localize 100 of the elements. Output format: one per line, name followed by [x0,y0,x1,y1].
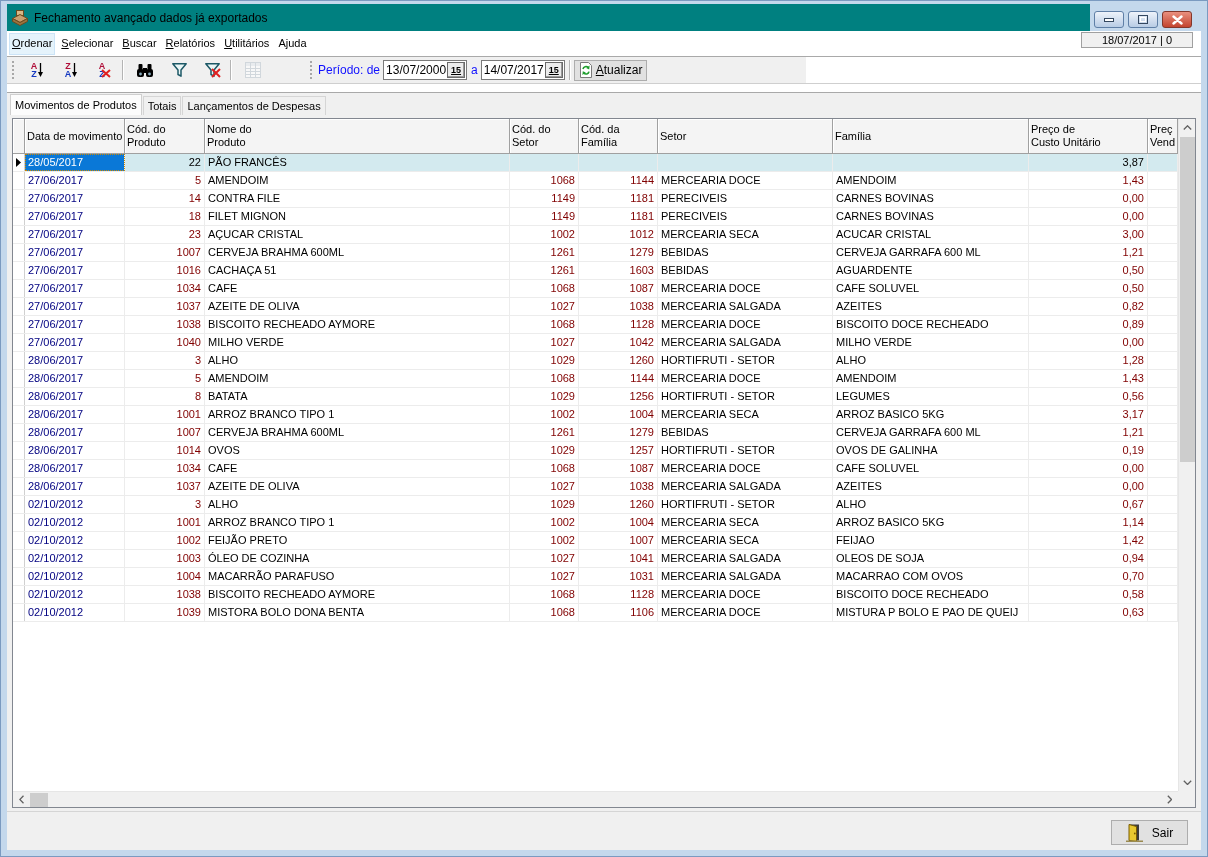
chevron-left-icon[interactable] [18,795,25,804]
table-cell: CACHAÇA 51 [205,262,510,279]
chevron-up-icon[interactable] [1182,124,1192,131]
table-cell: 1261 [510,244,579,261]
column-header[interactable]: Cód. do Setor [510,119,579,154]
menu-item[interactable]: Buscar [119,33,160,55]
table-cell: 1027 [510,298,579,315]
table-row[interactable]: 02/10/2012 1039 MISTORA BOLO DONA BENTA 1068 1106 MERCEARIA DOCE MISTURA P BOLO E PAO DE QUEIJ 0,63 [13,604,1178,622]
table-cell: MERCEARIA SALGADA [658,298,833,315]
table-cell: 1068 [510,172,579,189]
scrollbar-thumb[interactable] [30,792,48,807]
table-row[interactable]: 28/06/2017 3 ALHO 1029 1260 HORTIFRUTI - SETOR ALHO 1,28 [13,352,1178,370]
date-picker-button[interactable]: 15 [544,62,563,78]
chevron-down-icon[interactable] [1182,779,1192,786]
table-row[interactable]: 27/06/2017 1034 CAFE 1068 1087 MERCEARIA DOCE CAFE SOLUVEL 0,50 [13,280,1178,298]
table-cell: MISTURA P BOLO E PAO DE QUEIJ [833,604,1029,621]
menu-item[interactable]: Utilitários [221,33,273,55]
table-cell: 1001 [125,514,205,531]
table-row[interactable]: 02/10/2012 3 ALHO 1029 1260 HORTIFRUTI - SETOR ALHO 0,67 [13,496,1178,514]
table-row[interactable]: 27/06/2017 1037 AZEITE DE OLIVA 1027 1038 MERCEARIA SALGADA AZEITES 0,82 [13,298,1178,316]
table-cell: 1,43 [1029,172,1148,189]
menu-item[interactable]: Ordenar [9,33,56,55]
table-row[interactable]: 28/06/2017 8 BATATA 1029 1256 HORTIFRUTI - SETOR LEGUMES 0,56 [13,388,1178,406]
table-cell: 3,87 [1029,154,1148,171]
minimize-button[interactable] [1094,11,1124,28]
date-picker-button[interactable]: 15 [447,62,466,78]
column-header[interactable]: Nome do Produto [205,119,510,154]
table-cell: 1087 [579,280,658,297]
column-header[interactable]: Data de movimento [25,119,125,154]
minimize-icon [1104,17,1114,22]
sort-ascending-button[interactable]: A Z [25,59,49,81]
tab[interactable]: Totais [142,96,182,115]
table-row[interactable]: 28/06/2017 1014 OVOS 1029 1257 HORTIFRUTI - SETOR OVOS DE GALINHA 0,19 [13,442,1178,460]
table-cell: ACUCAR CRISTAL [833,226,1029,243]
column-header[interactable]: Cód. do Produto [125,119,205,154]
table-cell: 1261 [510,262,579,279]
table-row[interactable]: 27/06/2017 1016 CACHAÇA 51 1261 1603 BEBIDAS AGUARDENTE 0,50 [13,262,1178,280]
table-row[interactable]: 28/06/2017 1001 ARROZ BRANCO TIPO 1 1002 1004 MERCEARIA SECA ARROZ BASICO 5KG 3,17 [13,406,1178,424]
table-row[interactable]: 02/10/2012 1002 FEIJÃO PRETO 1002 1007 MERCEARIA SECA FEIJAO 1,42 [13,532,1178,550]
table-cell: 28/06/2017 [25,388,125,405]
table-cell: 1038 [125,316,205,333]
table-cell: 22 [125,154,205,171]
menu-item[interactable]: Selecionar [58,33,117,55]
table-row[interactable]: 27/06/2017 5 AMENDOIM 1068 1144 MERCEARIA DOCE AMENDOIM 1,43 [13,172,1178,190]
table-row[interactable]: 28/05/2017 22 PÃO FRANCÊS 3,87 [13,154,1178,172]
table-row[interactable]: 27/06/2017 14 CONTRA FILE 1149 1181 PERECIVEIS CARNES BOVINAS 0,00 [13,190,1178,208]
table-cell: 1128 [579,316,658,333]
table-cell: 1002 [125,532,205,549]
table-cell: 0,70 [1029,568,1148,585]
table-row[interactable]: 28/06/2017 5 AMENDOIM 1068 1144 MERCEARIA DOCE AMENDOIM 1,43 [13,370,1178,388]
refresh-button[interactable]: Atualizar [573,59,648,81]
table-cell: 1087 [579,460,658,477]
table-row[interactable]: 28/06/2017 1007 CERVEJA BRAHMA 600ML 1261 1279 BEBIDAS CERVEJA GARRAFA 600 ML 1,21 [13,424,1178,442]
table-cell: 1181 [579,190,658,207]
table-row[interactable]: 27/06/2017 1040 MILHO VERDE 1027 1042 MERCEARIA SALGADA MILHO VERDE 0,00 [13,334,1178,352]
table-row[interactable]: 27/06/2017 18 FILET MIGNON 1149 1181 PERECIVEIS CARNES BOVINAS 0,00 [13,208,1178,226]
column-header[interactable]: Família [833,119,1029,154]
tab[interactable]: Lançamentos de Despesas [182,96,326,115]
table-cell: ALHO [205,496,510,513]
table-row[interactable]: 02/10/2012 1001 ARROZ BRANCO TIPO 1 1002 1004 MERCEARIA SECA ARROZ BASICO 5KG 1,14 [13,514,1178,532]
table-cell: 1038 [125,586,205,603]
grip-icon[interactable] [12,60,15,80]
column-header[interactable]: Preç Vend [1148,119,1178,154]
table-cell: 23 [125,226,205,243]
exit-button[interactable]: Sair [1111,820,1188,845]
table-row[interactable]: 02/10/2012 1004 MACARRÃO PARAFUSO 1027 1031 MERCEARIA SALGADA MACARRAO COM OVOS 0,70 [13,568,1178,586]
table-row[interactable]: 27/06/2017 1007 CERVEJA BRAHMA 600ML 1261 1279 BEBIDAS CERVEJA GARRAFA 600 ML 1,21 [13,244,1178,262]
close-button[interactable] [1162,11,1192,28]
table-cell: 3 [125,496,205,513]
table-cell: ALHO [833,352,1029,369]
table-cell: 1261 [510,424,579,441]
vertical-scrollbar[interactable] [1178,119,1195,791]
table-row[interactable]: 27/06/2017 1038 BISCOITO RECHEADO AYMORE 1068 1128 MERCEARIA DOCE BISCOITO DOCE RECHEADO 0,89 [13,316,1178,334]
table-cell: 1037 [125,298,205,315]
table-row[interactable]: 02/10/2012 1003 ÓLEO DE COZINHA 1027 1041 MERCEARIA SALGADA OLEOS DE SOJA 0,94 [13,550,1178,568]
table-cell: 0,67 [1029,496,1148,513]
table-cell: 1068 [510,280,579,297]
table-row[interactable]: 02/10/2012 1038 BISCOITO RECHEADO AYMORE 1068 1128 MERCEARIA DOCE BISCOITO DOCE RECHEADO 0,58 [13,586,1178,604]
table-row[interactable]: 27/06/2017 23 AÇUCAR CRISTAL 1002 1012 MERCEARIA SECA ACUCAR CRISTAL 3,00 [13,226,1178,244]
date-field[interactable]: 14/07/2017 15 [480,60,565,80]
sort-descending-button[interactable]: Z A [59,59,83,81]
menu-item[interactable]: Ajuda [275,33,310,55]
refresh-icon [579,62,592,78]
tab[interactable]: Movimentos de Produtos [10,94,142,115]
menu-item[interactable]: Relatórios [162,33,219,55]
maximize-button[interactable] [1128,11,1158,28]
table-cell: 1037 [125,478,205,495]
scrollbar-thumb[interactable] [1179,137,1195,462]
table-cell: ARROZ BASICO 5KG [833,406,1029,423]
column-header[interactable]: Setor [658,119,833,154]
grip-icon[interactable] [310,60,313,80]
chevron-right-icon[interactable] [1166,795,1173,804]
horizontal-scrollbar[interactable] [13,791,1178,807]
column-header[interactable]: Preço de Custo Unitário [1029,119,1148,154]
date-field[interactable]: 13/07/2000 15 [383,60,468,80]
table-cell: 1041 [579,550,658,567]
table-row[interactable]: 28/06/2017 1037 AZEITE DE OLIVA 1027 1038 MERCEARIA SALGADA AZEITES 0,00 [13,478,1178,496]
table-row[interactable]: 28/06/2017 1034 CAFE 1068 1087 MERCEARIA DOCE CAFE SOLUVEL 0,00 [13,460,1178,478]
column-header[interactable]: Cód. da Família [579,119,658,154]
table-cell: 28/06/2017 [25,478,125,495]
